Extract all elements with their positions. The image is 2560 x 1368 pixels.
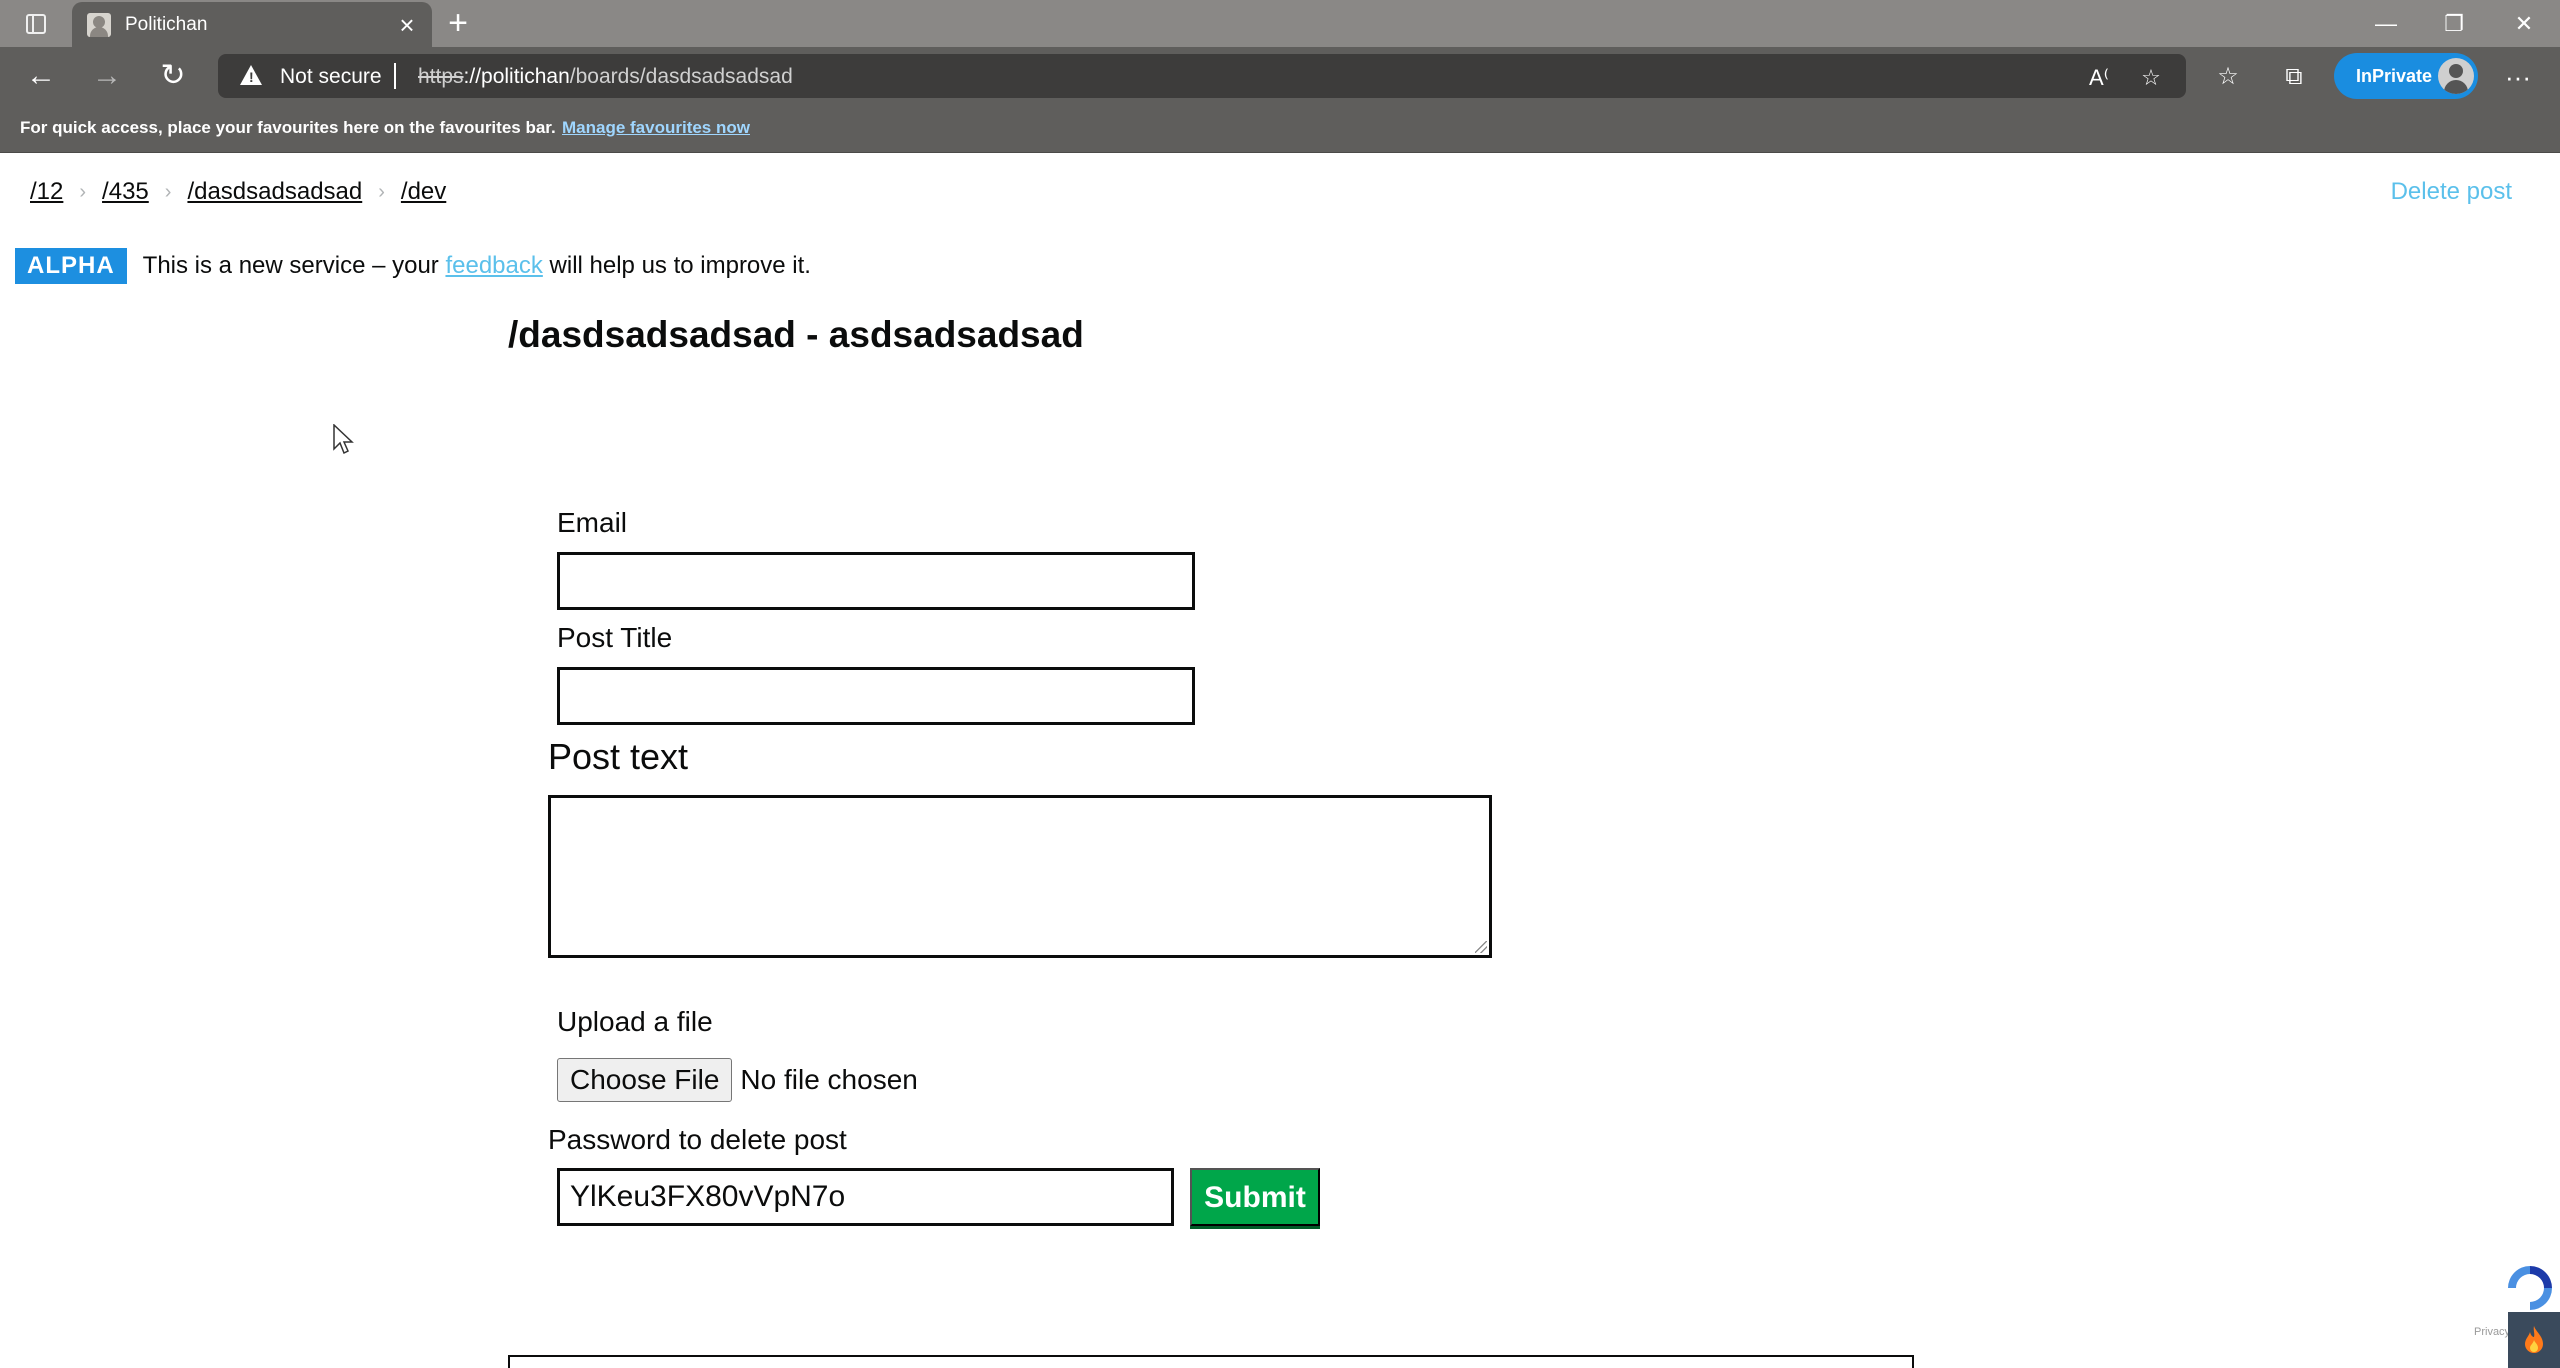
breadcrumb-item-board[interactable]: /dasdsadsadsad — [187, 178, 362, 206]
browser-tab[interactable]: Politichan × — [72, 2, 432, 47]
forward-icon[interactable]: → — [86, 55, 128, 97]
favicon-icon — [87, 12, 111, 37]
chevron-right-icon: › — [79, 180, 87, 203]
breadcrumb: /12 › /435 › /dasdsadsadsad › /dev — [30, 178, 446, 206]
tab-actions-icon — [26, 14, 46, 34]
add-favourite-icon[interactable]: ☆ — [2136, 63, 2166, 93]
breadcrumb-item-dev[interactable]: /dev — [401, 178, 446, 206]
profile-avatar — [2438, 58, 2474, 94]
flame-icon[interactable] — [2508, 1312, 2560, 1368]
inprivate-button[interactable]: InPrivate — [2334, 53, 2478, 99]
banner-text: This is a new service – your feedback wi… — [142, 252, 811, 279]
email-label: Email — [557, 507, 628, 538]
upload-label: Upload a file — [557, 1006, 713, 1037]
password-field[interactable] — [557, 1168, 1174, 1226]
browser-tab-strip: Politichan × + — ❐ ✕ — [0, 0, 2560, 47]
recaptcha-icon[interactable] — [2500, 1258, 2560, 1318]
choose-file-button[interactable]: Choose File — [557, 1058, 733, 1102]
page-title: /dasdsadsadsad - asdsadsadsad — [508, 314, 1084, 355]
more-options-icon[interactable]: ··· — [2500, 59, 2536, 95]
restore-icon[interactable]: ❐ — [2420, 0, 2488, 47]
file-status: No file chosen — [740, 1064, 918, 1095]
tab-actions-button[interactable] — [14, 9, 58, 39]
resize-handle-icon[interactable] — [1475, 941, 1487, 953]
collections-icon[interactable]: ⧉ — [2276, 59, 2312, 95]
minimize-icon[interactable]: — — [2352, 0, 2420, 47]
email-field[interactable] — [557, 552, 1195, 610]
tab-title: Politichan — [125, 13, 208, 35]
favourites-bar: For quick access, place your favourites … — [0, 105, 2560, 153]
file-upload: Choose File No file chosen — [557, 1058, 918, 1102]
post-text-label: Post text — [548, 736, 689, 777]
alpha-tag: ALPHA — [15, 248, 127, 284]
inprivate-label: InPrivate — [2356, 65, 2433, 86]
read-aloud-icon[interactable]: A⁽ — [2084, 63, 2114, 93]
favourites-icon[interactable]: ☆ — [2210, 59, 2246, 95]
security-status[interactable]: Not secure — [280, 65, 382, 89]
post-text-area[interactable] — [548, 795, 1492, 958]
favourites-bar-hint: For quick access, place your favourites … — [20, 118, 556, 137]
post-title-label: Post Title — [557, 622, 673, 653]
warning-icon: ! — [240, 65, 262, 85]
close-tab-icon[interactable]: × — [390, 8, 424, 42]
refresh-icon[interactable]: ↻ — [152, 55, 194, 97]
breadcrumb-item-12[interactable]: /12 — [30, 178, 63, 206]
feedback-link[interactable]: feedback — [445, 252, 542, 279]
url-text[interactable]: https://politichan/boards/dasdsadsadsad — [418, 65, 793, 89]
manage-favourites-link[interactable]: Manage favourites now — [562, 118, 750, 138]
recaptcha-privacy[interactable]: Privacy — [2474, 1326, 2510, 1338]
post-title-field[interactable] — [557, 667, 1195, 725]
breadcrumb-item-435[interactable]: /435 — [102, 178, 149, 206]
browser-toolbar: ← → ↻ ! Not secure https://politichan/bo… — [0, 47, 2560, 105]
window-close-icon[interactable]: ✕ — [2490, 0, 2558, 47]
chevron-right-icon: › — [378, 180, 385, 203]
new-tab-icon[interactable]: + — [440, 6, 476, 42]
back-icon[interactable]: ← — [20, 55, 62, 97]
delete-post-link[interactable]: Delete post — [2391, 178, 2512, 206]
submit-button[interactable]: Submit — [1190, 1168, 1320, 1226]
url-divider — [394, 63, 396, 89]
posts-container — [508, 1355, 1914, 1368]
password-label: Password to delete post — [548, 1124, 847, 1155]
address-bar[interactable]: ! Not secure https://politichan/boards/d… — [218, 54, 2186, 98]
chevron-right-icon: › — [164, 180, 172, 203]
phase-banner: ALPHA This is a new service – your feedb… — [15, 248, 811, 284]
